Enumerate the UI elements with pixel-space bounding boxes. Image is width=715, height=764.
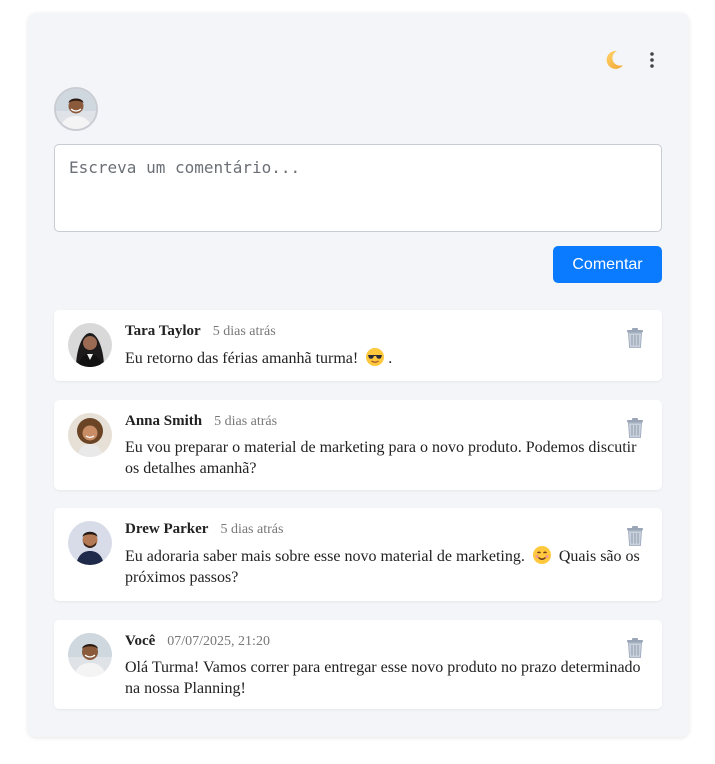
comment-text-part: . (388, 350, 393, 367)
comment-time: 5 dias atrás (212, 324, 276, 339)
comment-author: Drew Parker (125, 521, 209, 537)
comment-meta: Tara Taylor 5 dias atrás (125, 323, 276, 340)
comment-input[interactable] (54, 144, 662, 232)
comment-meta: Você 07/07/2025, 21:20 (125, 633, 270, 650)
trash-icon[interactable] (626, 526, 644, 546)
comment-card: Anna Smith 5 dias atrás Eu vou preparar … (54, 400, 662, 490)
comment-time: 5 dias atrás (220, 522, 284, 537)
comment-text-part: Eu adoraria saber mais sobre esse novo m… (125, 548, 525, 565)
kebab-menu-icon[interactable] (643, 49, 661, 71)
comment-text-part: Eu vou preparar o material de marketing … (125, 439, 637, 477)
smiling-emoji-icon (532, 545, 552, 565)
comment-meta: Drew Parker 5 dias atrás (125, 521, 283, 538)
comment-avatar (68, 633, 112, 677)
comment-author: Anna Smith (125, 413, 203, 429)
comment-author: Tara Taylor (125, 323, 201, 339)
comment-meta: Anna Smith 5 dias atrás (125, 413, 277, 430)
comment-time: 5 dias atrás (214, 414, 278, 429)
comment-text-part: Eu retorno das férias amanhã turma! (125, 350, 359, 367)
comment-card: Drew Parker 5 dias atrás Eu adoraria sab… (54, 508, 662, 601)
comment-card: Tara Taylor 5 dias atrás Eu retorno das … (54, 310, 662, 381)
header-actions (603, 49, 661, 71)
comment-submit-button[interactable]: Comentar (553, 246, 662, 283)
comment-card: Você 07/07/2025, 21:20 Olá Turma! Vamos … (54, 620, 662, 709)
moon-icon[interactable] (603, 49, 625, 71)
comment-time: 07/07/2025, 21:20 (167, 634, 270, 649)
comment-text: Olá Turma! Vamos correr para entregar es… (125, 657, 645, 699)
comments-panel: Comentar Tara Taylor 5 dias atrás Eu ret… (28, 13, 689, 737)
comment-text: Eu vou preparar o material de marketing … (125, 437, 645, 479)
comment-avatar (68, 323, 112, 367)
comment-text: Eu retorno das férias amanhã turma! . (125, 347, 645, 369)
trash-icon[interactable] (626, 418, 644, 438)
comment-author: Você (125, 633, 156, 649)
trash-icon[interactable] (626, 638, 644, 658)
trash-icon[interactable] (626, 328, 644, 348)
sunglasses-emoji-icon (365, 347, 385, 367)
comment-text-part: Olá Turma! Vamos correr para entregar es… (125, 659, 641, 697)
comment-text: Eu adoraria saber mais sobre esse novo m… (125, 545, 645, 588)
comment-avatar (68, 413, 112, 457)
comment-avatar (68, 521, 112, 565)
current-user-avatar[interactable] (54, 87, 98, 131)
